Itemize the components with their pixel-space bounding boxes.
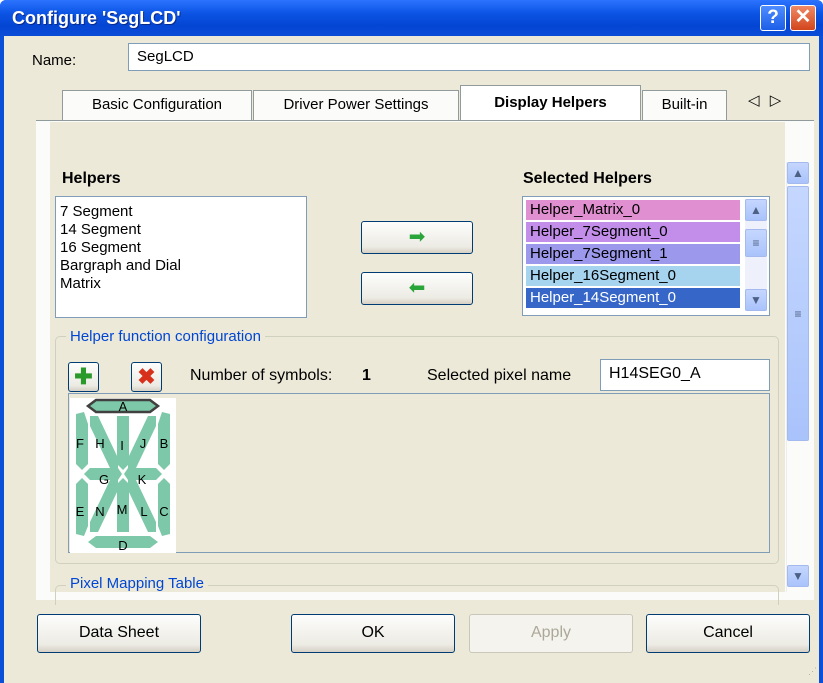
segment-label: I — [120, 438, 124, 453]
delete-symbol-button[interactable]: ✖ — [131, 362, 162, 392]
segment-label: C — [159, 504, 168, 519]
title-bar: Configure 'SegLCD' ? ✕ — [0, 0, 823, 36]
selected-pixel-input[interactable]: H14SEG0_A — [600, 359, 770, 391]
tab-built-in[interactable]: Built-in — [642, 90, 727, 120]
scroll-up-icon[interactable]: ▲ — [787, 162, 809, 184]
segment-label: M — [117, 502, 128, 517]
segment-label: N — [95, 504, 104, 519]
segment-label: E — [76, 504, 85, 519]
segment-label: D — [118, 538, 127, 553]
help-button[interactable]: ? — [760, 5, 786, 31]
num-symbols-label: Number of symbols: — [190, 367, 333, 384]
scroll-down-icon[interactable]: ▼ — [787, 565, 809, 587]
plus-icon: ✚ — [74, 364, 93, 389]
list-item[interactable]: Helper_Matrix_0 — [526, 200, 740, 220]
apply-button[interactable]: Apply — [469, 614, 633, 653]
add-helper-button[interactable]: ➡ — [361, 221, 473, 254]
selected-list-scrollbar[interactable]: ▲ ≡ ▼ — [745, 199, 767, 311]
14-segment-symbol[interactable]: A F H I J B G K E N M L C D — [70, 398, 176, 553]
helpers-heading: Helpers — [62, 170, 121, 187]
cancel-button[interactable]: Cancel — [646, 614, 810, 653]
resize-grip-icon[interactable]: ⋰ — [808, 666, 817, 677]
list-item[interactable]: Helper_7Segment_1 — [526, 244, 740, 264]
window-title: Configure 'SegLCD' — [12, 8, 181, 28]
list-item[interactable]: Matrix — [60, 275, 302, 293]
list-item[interactable]: Helper_16Segment_0 — [526, 266, 740, 286]
list-item[interactable]: 16 Segment — [60, 239, 302, 257]
segment-label: B — [160, 436, 169, 451]
segment-label: H — [95, 436, 104, 451]
selected-helpers-heading: Selected Helpers — [523, 170, 652, 187]
pixel-mapping-title: Pixel Mapping Table — [66, 575, 208, 592]
segment-label: L — [140, 504, 147, 519]
close-button[interactable]: ✕ — [790, 5, 816, 31]
name-label: Name: — [32, 52, 77, 69]
scroll-thumb[interactable]: ≡ — [787, 186, 809, 441]
ok-button[interactable]: OK — [291, 614, 455, 653]
tab-basic-configuration[interactable]: Basic Configuration — [62, 90, 252, 120]
list-item[interactable]: 7 Segment — [60, 203, 302, 221]
list-item[interactable]: Helper_14Segment_0 — [526, 288, 740, 308]
selected-pixel-label: Selected pixel name — [427, 367, 572, 384]
num-symbols-value: 1 — [362, 367, 371, 384]
segment-label: A — [119, 399, 128, 414]
segment-label: K — [138, 472, 147, 487]
helpers-list[interactable]: 7 Segment 14 Segment 16 Segment Bargraph… — [55, 196, 307, 318]
scroll-up-icon[interactable]: ▲ — [745, 199, 767, 221]
data-sheet-button[interactable]: Data Sheet — [37, 614, 201, 653]
selected-helpers-list[interactable]: Helper_Matrix_0 Helper_7Segment_0 Helper… — [522, 196, 770, 316]
name-input[interactable]: SegLCD — [128, 43, 810, 71]
delete-x-icon: ✖ — [137, 364, 156, 389]
panel-vertical-scrollbar[interactable]: ▲ ≡ ▼ — [786, 162, 810, 592]
add-symbol-button[interactable]: ✚ — [68, 362, 99, 392]
scroll-thumb[interactable]: ≡ — [745, 229, 767, 257]
segment-label: F — [76, 436, 84, 451]
segment-label: J — [140, 436, 147, 451]
tab-scroll-arrows-icon[interactable]: ◁ ▷ — [748, 91, 784, 109]
tab-display-helpers[interactable]: Display Helpers — [460, 85, 641, 120]
remove-helper-button[interactable]: ⬅ — [361, 272, 473, 305]
scroll-down-icon[interactable]: ▼ — [745, 289, 767, 311]
helper-config-title: Helper function configuration — [66, 328, 265, 345]
tab-driver-power-settings[interactable]: Driver Power Settings — [253, 90, 459, 120]
list-item[interactable]: Helper_7Segment_0 — [526, 222, 740, 242]
segment-label: G — [99, 472, 109, 487]
list-item[interactable]: 14 Segment — [60, 221, 302, 239]
list-item[interactable]: Bargraph and Dial — [60, 257, 302, 275]
